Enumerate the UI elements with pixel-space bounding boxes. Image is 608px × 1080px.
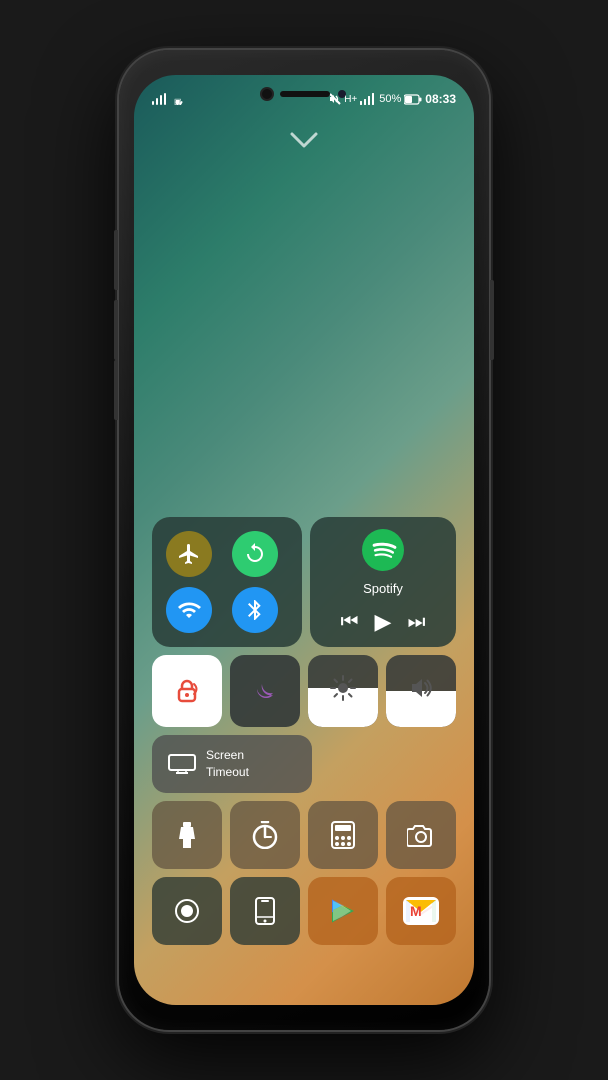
phone-screen: ▣ H+ 50% xyxy=(134,75,474,1005)
bluetooth-button[interactable] xyxy=(232,587,278,633)
wifi-status-icon: ▣ xyxy=(172,94,186,105)
calculator-button[interactable] xyxy=(308,801,378,869)
gmail-button[interactable]: M xyxy=(386,877,456,945)
record-button[interactable] xyxy=(152,877,222,945)
camera-area xyxy=(262,89,346,99)
calculator-icon xyxy=(330,821,356,849)
time-display: 08:33 xyxy=(425,92,456,106)
playstore-icon xyxy=(329,897,357,925)
camera-icon xyxy=(407,823,435,847)
spotify-label: Spotify xyxy=(363,581,403,596)
middle-row xyxy=(152,655,456,727)
sensor xyxy=(338,90,346,98)
app-row-1 xyxy=(152,801,456,869)
record-icon xyxy=(174,898,200,924)
flashlight-icon xyxy=(173,821,201,849)
signal-strength-icon xyxy=(360,93,376,105)
portrait-lock-button[interactable] xyxy=(152,655,222,727)
flashlight-button[interactable] xyxy=(152,801,222,869)
play-button[interactable]: ▶ xyxy=(375,609,392,635)
next-track-button[interactable]: ⏭ xyxy=(407,611,425,634)
mobile-icon xyxy=(254,897,276,925)
spotify-panel[interactable]: Spotify ⏮ ▶ ⏭ xyxy=(310,517,456,647)
top-row: Spotify ⏮ ▶ ⏭ xyxy=(152,517,456,647)
screen-timeout-button[interactable]: ScreenTimeout xyxy=(152,735,312,793)
status-left-icons: ▣ xyxy=(152,93,186,105)
network-type: H+ xyxy=(344,94,357,105)
connectivity-grid xyxy=(152,517,302,647)
spotify-controls: ⏮ ▶ ⏭ xyxy=(341,609,426,635)
battery-percent: 50% xyxy=(379,93,401,105)
do-not-disturb-button[interactable] xyxy=(230,655,300,727)
svg-text:M: M xyxy=(410,903,422,919)
signal-wave-icon xyxy=(152,93,168,105)
phone-outer: ▣ H+ 50% xyxy=(119,50,489,1030)
status-right-icons: H+ 50% 08:33 xyxy=(329,92,456,106)
mobile-button[interactable] xyxy=(230,877,300,945)
airplane-mode-button[interactable] xyxy=(166,531,212,577)
prev-track-button[interactable]: ⏮ xyxy=(341,611,359,634)
third-row: ScreenTimeout xyxy=(152,735,456,793)
rotation-button[interactable] xyxy=(232,531,278,577)
timer-button[interactable] xyxy=(230,801,300,869)
spotify-logo xyxy=(362,529,404,571)
battery-icon xyxy=(404,94,422,105)
speaker xyxy=(280,91,330,97)
screen-timeout-label: ScreenTimeout xyxy=(206,747,249,781)
svg-text:▣: ▣ xyxy=(174,97,182,105)
timer-icon xyxy=(251,821,279,849)
gmail-icon: M xyxy=(403,897,439,925)
front-camera xyxy=(262,89,272,99)
app-row-2: M xyxy=(152,877,456,945)
camera-button[interactable] xyxy=(386,801,456,869)
volume-slider[interactable] xyxy=(386,655,456,727)
chevron-down[interactable] xyxy=(288,130,320,156)
wifi-button[interactable] xyxy=(166,587,212,633)
control-panel: Spotify ⏮ ▶ ⏭ xyxy=(152,517,456,945)
brightness-icon xyxy=(330,675,356,707)
screen-mirror-icon xyxy=(168,754,196,774)
volume-icon xyxy=(408,675,434,707)
playstore-button[interactable] xyxy=(308,877,378,945)
brightness-slider[interactable] xyxy=(308,655,378,727)
